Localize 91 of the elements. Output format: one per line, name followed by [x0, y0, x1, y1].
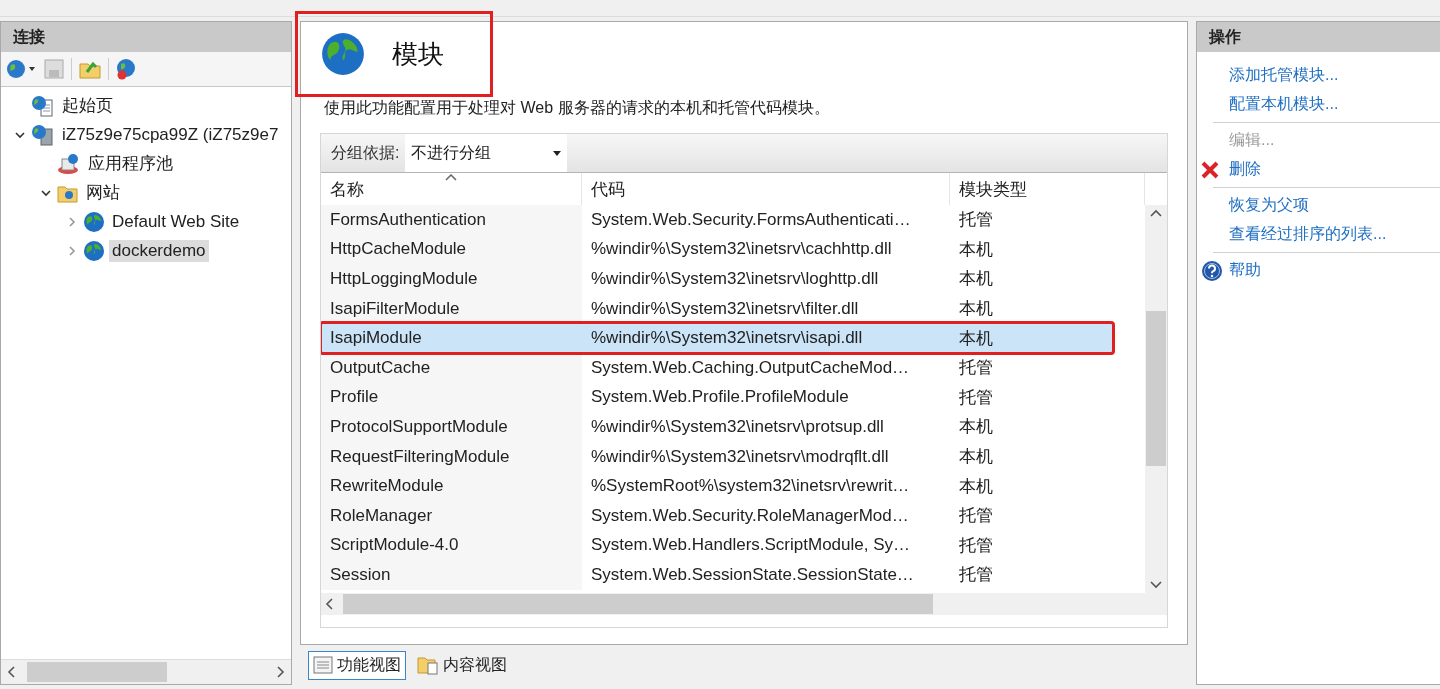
dropdown-arrow-icon	[553, 150, 562, 156]
scroll-left-icon[interactable]	[325, 598, 335, 610]
table-cell-text: %windir%\System32\inetsrv\loghttp.dll	[590, 268, 880, 290]
table-cell-text: 托管	[958, 505, 994, 528]
table-cell-text: %windir%\System32\inetsrv\protsup.dll	[590, 415, 885, 438]
action-link[interactable]: 配置本机模块...	[1229, 94, 1339, 115]
table-cell-text: 托管	[958, 357, 994, 380]
page-title: 模块	[392, 37, 444, 71]
panel-title: 连接	[1, 22, 291, 52]
table-cell-text: System.Web.Handlers.ScriptModule, Sy…	[590, 534, 912, 557]
table-cell-text: System.Web.Profile.ProfileModule	[590, 386, 850, 409]
table-cell: ProtocolSupportModule	[321, 412, 582, 442]
column-header[interactable]: 模块类型	[950, 173, 1145, 205]
table-row[interactable]: ProtocolSupportModule %windir%\System32\inetsrv\protsup.dll 本机	[321, 412, 1145, 442]
table-cell-text: System.Web.SessionState.SessionState…	[590, 563, 915, 586]
table-row[interactable]: OutputCache System.Web.Caching.OutputCacheMod… 托管	[321, 352, 1145, 383]
tree-item[interactable]: 起始页	[59, 93, 116, 118]
table-cell-text: %SystemRoot%\system32\inetsrv\rewrit…	[590, 475, 911, 498]
globe-dropdown-icon[interactable]	[5, 58, 37, 80]
view-tab[interactable]: 功能视图	[308, 650, 406, 680]
table-cell: RequestFilteringModule	[321, 441, 582, 472]
column-header[interactable]: 代码	[582, 173, 950, 205]
globe-icon	[83, 210, 105, 233]
expand-chevron-icon[interactable]	[66, 244, 78, 257]
panel-title: 操作	[1197, 22, 1440, 52]
table-cell-text: System.Web.Caching.OutputCacheMod…	[590, 356, 911, 379]
start-page-icon	[31, 94, 55, 117]
scrollbar-thumb[interactable]	[27, 662, 167, 682]
table-cell-text: 托管	[958, 534, 994, 557]
table-cell: FormsAuthentication	[321, 205, 582, 235]
action-link[interactable]: 恢复为父项	[1229, 195, 1309, 216]
table-cell: ScriptModule-4.0	[321, 530, 582, 561]
folder-document-icon	[417, 655, 439, 675]
description-text: 使用此功能配置用于处理对 Web 服务器的请求的本机和托管代码模块。	[324, 98, 831, 118]
table-cell-text: %windir%\System32\inetsrv\cachhttp.dll	[590, 238, 893, 261]
group-by-label: 分组依据:	[330, 142, 401, 163]
action-link[interactable]: 帮助	[1229, 260, 1261, 281]
tree-item[interactable]: 网站	[83, 180, 123, 205]
table-cell: RewriteModule	[321, 471, 582, 501]
globe-icon	[83, 239, 105, 262]
tree-item[interactable]: Default Web Site	[109, 210, 243, 233]
table-row[interactable]: FormsAuthentication System.Web.Security.FormsAuthenticati… 托管	[321, 205, 1145, 235]
table-cell-text: 本机	[958, 238, 994, 261]
table-cell-text: 本机	[958, 327, 994, 350]
help-icon	[1201, 259, 1223, 282]
view-tab[interactable]: 内容视图	[412, 650, 512, 680]
table-cell: RoleManager	[321, 500, 582, 531]
table-cell: HttpLoggingModule	[321, 264, 582, 294]
table-row[interactable]: RequestFilteringModule %windir%\System32\inetsrv\modrqflt.dll 本机	[321, 441, 1145, 472]
action-link[interactable]: 查看经过排序的列表...	[1229, 224, 1387, 245]
scrollbar-thumb[interactable]	[343, 594, 933, 614]
table-cell-text: 托管	[958, 209, 994, 232]
scroll-down-icon[interactable]	[1150, 581, 1162, 589]
table-row[interactable]: ScriptModule-4.0 System.Web.Handlers.ScriptModule, Sy… 托管	[321, 530, 1145, 561]
table-row[interactable]: RewriteModule %SystemRoot%\system32\inetsrv\rewrit… 本机	[321, 471, 1145, 501]
server-globe-icon	[31, 123, 55, 146]
tree-item[interactable]: 应用程序池	[85, 151, 176, 176]
delete-x-icon	[1201, 160, 1219, 179]
table-cell-text: 托管	[958, 386, 994, 409]
tree-item[interactable]: iZ75z9e75cpa99Z (iZ75z9e7	[59, 123, 282, 146]
table-cell: HttpCacheModule	[321, 234, 582, 265]
table-cell-text: %windir%\System32\inetsrv\modrqflt.dll	[590, 445, 890, 468]
table-cell: Profile	[321, 382, 582, 413]
table-cell-text: %windir%\System32\inetsrv\filter.dll	[590, 297, 860, 320]
action-link[interactable]: 删除	[1229, 159, 1261, 180]
table-row[interactable]: Profile System.Web.Profile.ProfileModule 托管	[321, 382, 1145, 413]
tree-item[interactable]: dockerdemo	[109, 239, 209, 262]
table-row[interactable]: IsapiModule %windir%\System32\inetsrv\isapi.dll 本机	[321, 323, 1113, 353]
table-row[interactable]: Session System.Web.SessionState.SessionState… 托管	[321, 560, 1145, 590]
scrollbar-thumb[interactable]	[1146, 311, 1166, 466]
modules-globe-icon	[320, 31, 366, 77]
table-cell-text: System.Web.Security.RoleManagerMod…	[590, 504, 910, 527]
table-cell-text: 本机	[958, 475, 994, 498]
table-cell: Session	[321, 560, 582, 590]
app-pool-icon	[57, 152, 81, 175]
table-cell-text: %windir%\System32\inetsrv\isapi.dll	[590, 327, 864, 350]
list-window-icon	[313, 656, 333, 674]
table-cell-text: 托管	[958, 564, 994, 587]
expand-chevron-icon[interactable]	[66, 215, 78, 228]
table-cell-text: 本机	[958, 298, 994, 321]
table-row[interactable]: HttpCacheModule %windir%\System32\inetsrv\cachhttp.dll 本机	[321, 234, 1145, 265]
table-row[interactable]: IsapiFilterModule %windir%\System32\inetsrv\filter.dll 本机	[321, 293, 1145, 324]
table-cell-text: 本机	[958, 446, 994, 469]
scroll-up-icon[interactable]	[1150, 209, 1162, 217]
table-row[interactable]: HttpLoggingModule %windir%\System32\inetsrv\loghttp.dll 本机	[321, 264, 1145, 294]
table-cell-text: 本机	[958, 268, 994, 291]
group-by-dropdown[interactable]: 不进行分组	[405, 134, 568, 172]
action-link[interactable]: 添加托管模块...	[1229, 65, 1339, 86]
table-row[interactable]: RoleManager System.Web.Security.RoleManagerMod… 托管	[321, 500, 1145, 531]
table-cell-text: System.Web.Security.FormsAuthenticati…	[590, 208, 912, 231]
table-cell-text: 本机	[958, 416, 994, 439]
